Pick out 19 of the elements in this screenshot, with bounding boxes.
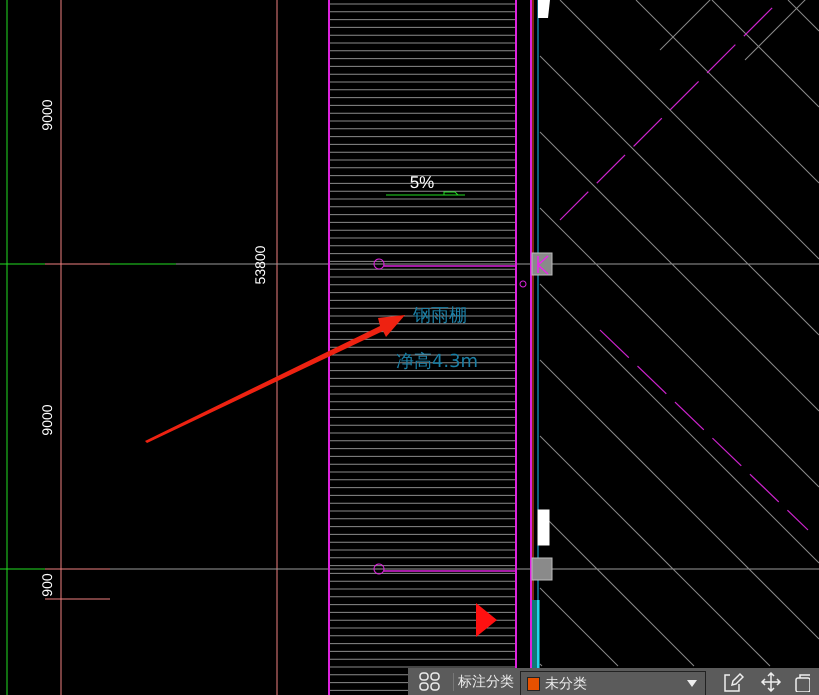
category-dropdown[interactable]: 未分类 bbox=[520, 671, 706, 695]
grid-icon[interactable] bbox=[419, 672, 441, 692]
copy-icon[interactable] bbox=[794, 672, 810, 692]
caret-icon bbox=[687, 680, 697, 687]
dimension-text: 9000 bbox=[39, 404, 55, 436]
dimension-text: 53800 bbox=[252, 246, 268, 284]
small-circle bbox=[520, 280, 526, 288]
move-icon[interactable] bbox=[760, 672, 782, 692]
column-marker bbox=[532, 252, 552, 276]
flag-marker bbox=[538, 0, 550, 18]
dimension-text: 9000 bbox=[39, 99, 55, 131]
column-marker bbox=[532, 558, 552, 580]
slope-text: 5% bbox=[410, 173, 434, 192]
color-swatch bbox=[527, 676, 540, 690]
edit-icon[interactable] bbox=[722, 672, 744, 692]
triangle-marker bbox=[476, 603, 497, 637]
annotation-category-label: 标注分类 bbox=[458, 672, 514, 691]
flag-marker bbox=[538, 510, 550, 546]
dimension-text: 900 bbox=[39, 573, 55, 597]
